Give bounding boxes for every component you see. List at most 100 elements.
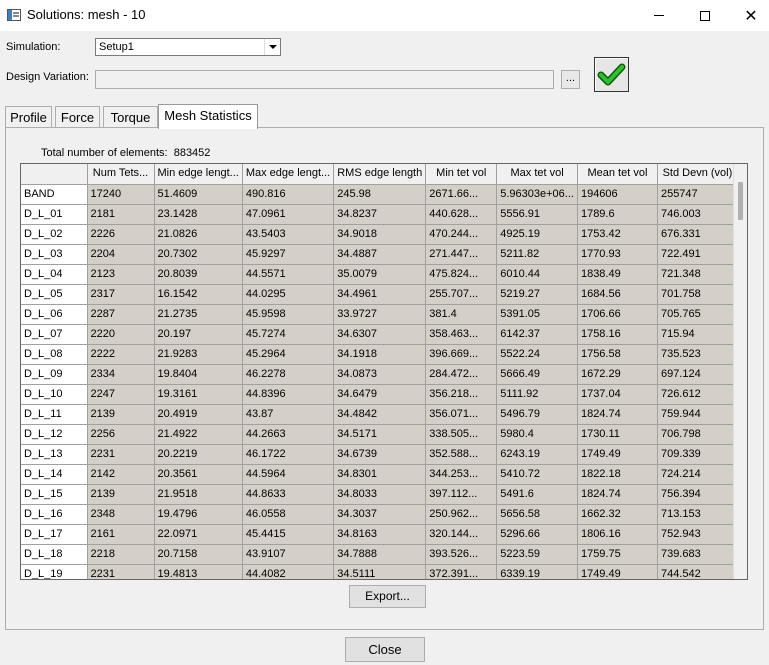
table-cell[interactable]: 709.339 bbox=[657, 444, 738, 465]
table-cell[interactable]: 34.6307 bbox=[333, 324, 427, 345]
vertical-scrollbar[interactable] bbox=[733, 164, 747, 579]
table-cell[interactable]: 22.0971 bbox=[154, 524, 243, 545]
table-cell[interactable]: 706.798 bbox=[657, 424, 738, 445]
column-header[interactable]: Min tet vol bbox=[425, 164, 498, 185]
table-cell[interactable]: 2204 bbox=[87, 244, 155, 265]
table-cell[interactable]: 20.2219 bbox=[154, 444, 243, 465]
table-cell[interactable]: 34.5111 bbox=[333, 564, 427, 579]
table-cell[interactable]: 1806.16 bbox=[577, 524, 658, 545]
table-cell[interactable]: 250.962... bbox=[425, 504, 498, 525]
table-cell[interactable]: 2218 bbox=[87, 544, 155, 565]
apply-button[interactable] bbox=[594, 57, 629, 92]
table-cell[interactable]: 397.112... bbox=[425, 484, 498, 505]
table-cell[interactable]: 490.816 bbox=[242, 184, 335, 205]
table-cell[interactable]: 1730.11 bbox=[577, 424, 658, 445]
table-cell[interactable]: 20.3561 bbox=[154, 464, 243, 485]
table-cell[interactable]: 44.0295 bbox=[242, 284, 335, 305]
row-header[interactable]: D_L_01 bbox=[21, 204, 88, 225]
table-cell[interactable]: 2287 bbox=[87, 304, 155, 325]
table-cell[interactable]: 701.758 bbox=[657, 284, 738, 305]
table-cell[interactable]: 352.588... bbox=[425, 444, 498, 465]
table-cell[interactable]: 1749.49 bbox=[577, 444, 658, 465]
table-cell[interactable]: 475.824... bbox=[425, 264, 498, 285]
table-cell[interactable]: 21.9518 bbox=[154, 484, 243, 505]
row-header[interactable]: D_L_14 bbox=[21, 464, 88, 485]
table-cell[interactable]: 47.0961 bbox=[242, 204, 335, 225]
table-cell[interactable]: 19.8404 bbox=[154, 364, 243, 385]
table-cell[interactable]: 271.447... bbox=[425, 244, 498, 265]
table-cell[interactable]: 2222 bbox=[87, 344, 155, 365]
table-cell[interactable]: 2161 bbox=[87, 524, 155, 545]
table-cell[interactable]: 759.944 bbox=[657, 404, 738, 425]
column-header[interactable]: Num Tets... bbox=[87, 164, 155, 185]
table-cell[interactable]: 34.6479 bbox=[333, 384, 427, 405]
row-header[interactable]: D_L_18 bbox=[21, 544, 88, 565]
table-cell[interactable]: 1756.58 bbox=[577, 344, 658, 365]
column-header[interactable]: Max tet vol bbox=[496, 164, 578, 185]
row-header[interactable]: D_L_13 bbox=[21, 444, 88, 465]
table-cell[interactable]: 2671.66... bbox=[425, 184, 498, 205]
table-cell[interactable]: 746.003 bbox=[657, 204, 738, 225]
table-cell[interactable]: 46.2278 bbox=[242, 364, 335, 385]
table-cell[interactable]: 1759.75 bbox=[577, 544, 658, 565]
table-cell[interactable]: 715.94 bbox=[657, 324, 738, 345]
table-cell[interactable]: 2231 bbox=[87, 444, 155, 465]
table-cell[interactable]: 34.9018 bbox=[333, 224, 427, 245]
table-cell[interactable]: 2231 bbox=[87, 564, 155, 579]
row-header[interactable]: D_L_07 bbox=[21, 324, 88, 345]
minimize-button[interactable] bbox=[636, 0, 682, 31]
table-cell[interactable]: 255.707... bbox=[425, 284, 498, 305]
design-variation-browse-button[interactable]: ... bbox=[561, 70, 580, 89]
table-cell[interactable]: 19.4813 bbox=[154, 564, 243, 579]
table-cell[interactable]: 34.0873 bbox=[333, 364, 427, 385]
table-cell[interactable]: 1822.18 bbox=[577, 464, 658, 485]
table-cell[interactable]: 5391.05 bbox=[496, 304, 578, 325]
row-header[interactable]: D_L_10 bbox=[21, 384, 88, 405]
table-cell[interactable]: 44.8396 bbox=[242, 384, 335, 405]
table-cell[interactable]: 2139 bbox=[87, 484, 155, 505]
table-cell[interactable]: 1824.74 bbox=[577, 404, 658, 425]
table-cell[interactable]: 194606 bbox=[577, 184, 658, 205]
table-cell[interactable]: 705.765 bbox=[657, 304, 738, 325]
table-cell[interactable]: 5.96303e+06... bbox=[496, 184, 578, 205]
table-cell[interactable]: 722.491 bbox=[657, 244, 738, 265]
table-cell[interactable]: 43.5403 bbox=[242, 224, 335, 245]
table-cell[interactable]: 45.9297 bbox=[242, 244, 335, 265]
table-cell[interactable]: 5656.58 bbox=[496, 504, 578, 525]
table-cell[interactable]: 372.391... bbox=[425, 564, 498, 579]
chevron-down-icon[interactable] bbox=[264, 39, 280, 55]
table-cell[interactable]: 752.943 bbox=[657, 524, 738, 545]
table-cell[interactable]: 45.9598 bbox=[242, 304, 335, 325]
table-cell[interactable]: 34.8163 bbox=[333, 524, 427, 545]
table-cell[interactable]: 5223.59 bbox=[496, 544, 578, 565]
table-cell[interactable]: 344.253... bbox=[425, 464, 498, 485]
table-cell[interactable]: 35.0079 bbox=[333, 264, 427, 285]
table-cell[interactable]: 51.4609 bbox=[154, 184, 243, 205]
table-cell[interactable]: 5496.79 bbox=[496, 404, 578, 425]
simulation-select[interactable]: Setup1 bbox=[95, 38, 281, 56]
table-cell[interactable]: 356.218... bbox=[425, 384, 498, 405]
table-cell[interactable]: 23.1428 bbox=[154, 204, 243, 225]
table-cell[interactable]: 21.0826 bbox=[154, 224, 243, 245]
table-cell[interactable]: 1672.29 bbox=[577, 364, 658, 385]
table-cell[interactable]: 45.4415 bbox=[242, 524, 335, 545]
table-cell[interactable]: 34.3037 bbox=[333, 504, 427, 525]
table-cell[interactable]: 393.526... bbox=[425, 544, 498, 565]
table-cell[interactable]: 396.669... bbox=[425, 344, 498, 365]
table-cell[interactable]: 5211.82 bbox=[496, 244, 578, 265]
table-cell[interactable]: 721.348 bbox=[657, 264, 738, 285]
table-cell[interactable]: 44.4082 bbox=[242, 564, 335, 579]
table-cell[interactable]: 17240 bbox=[87, 184, 155, 205]
table-cell[interactable]: 4925.19 bbox=[496, 224, 578, 245]
table-cell[interactable]: 1838.49 bbox=[577, 264, 658, 285]
table-cell[interactable]: 43.9107 bbox=[242, 544, 335, 565]
table-cell[interactable]: 20.8039 bbox=[154, 264, 243, 285]
table-cell[interactable]: 735.523 bbox=[657, 344, 738, 365]
table-cell[interactable]: 6142.37 bbox=[496, 324, 578, 345]
table-cell[interactable]: 34.4887 bbox=[333, 244, 427, 265]
tab-force[interactable]: Force bbox=[55, 106, 100, 128]
table-cell[interactable]: 1758.16 bbox=[577, 324, 658, 345]
table-cell[interactable]: 21.2735 bbox=[154, 304, 243, 325]
table-cell[interactable]: 34.7888 bbox=[333, 544, 427, 565]
table-cell[interactable]: 2247 bbox=[87, 384, 155, 405]
